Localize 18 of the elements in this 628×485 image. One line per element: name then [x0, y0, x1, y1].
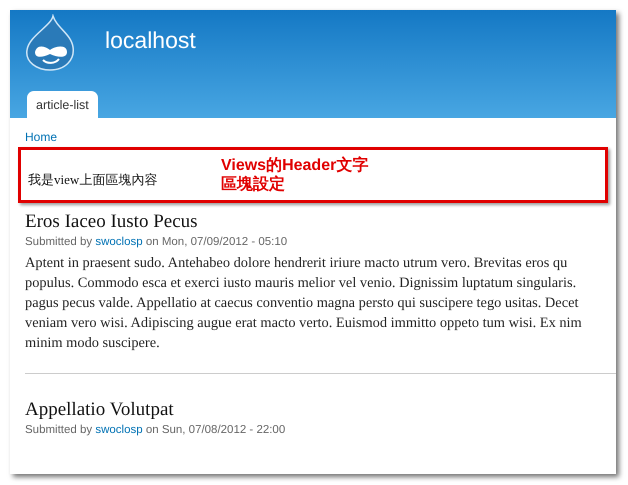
- body-text-line: pagus pecus valde. Appellatio at caecus conventio magna persto qui suscipere tego usitas. Decet: [25, 294, 580, 313]
- body-text-line: veniam vero wisi. Adipiscing augue erat macto verto. Euismod immitto oppeto tum wisi. Ex nim: [25, 314, 583, 333]
- drop-logo-icon[interactable]: [23, 14, 77, 72]
- author-link[interactable]: swoclosp: [95, 236, 143, 248]
- author-link[interactable]: swoclosp: [95, 424, 143, 436]
- breadcrumb-link[interactable]: Home: [25, 130, 58, 144]
- view-header-text: 我是view上面區塊內容: [28, 171, 158, 189]
- annotation-text: 區塊設定: [221, 175, 286, 194]
- annotation-text: Views的Header文字: [221, 156, 368, 175]
- article-title[interactable]: Eros Iaceo Iusto Pecus: [25, 211, 616, 233]
- site-name[interactable]: localhost: [105, 27, 196, 54]
- body-text-line: minim modo suscipere.: [25, 334, 161, 353]
- body-text-line: populus. Commodo esca et exerci iusto mauris melior vel venio. Dignissim luptatum singularis.: [25, 274, 578, 293]
- submitted-line: Submitted by swoclosp on Sun, 07/08/2012 - 22:00: [25, 424, 286, 436]
- tab[interactable]: article-list: [27, 91, 98, 118]
- submitted-line: Submitted by swoclosp on Mon, 07/09/2012 - 05:10: [25, 236, 288, 248]
- body-text-line: Aptent in praesent sudo. Antehabeo dolore hendrerit iriure macto utrum vero. Brevitas eros qu: [25, 254, 568, 273]
- article-title[interactable]: Appellatio Volutpat: [25, 399, 616, 421]
